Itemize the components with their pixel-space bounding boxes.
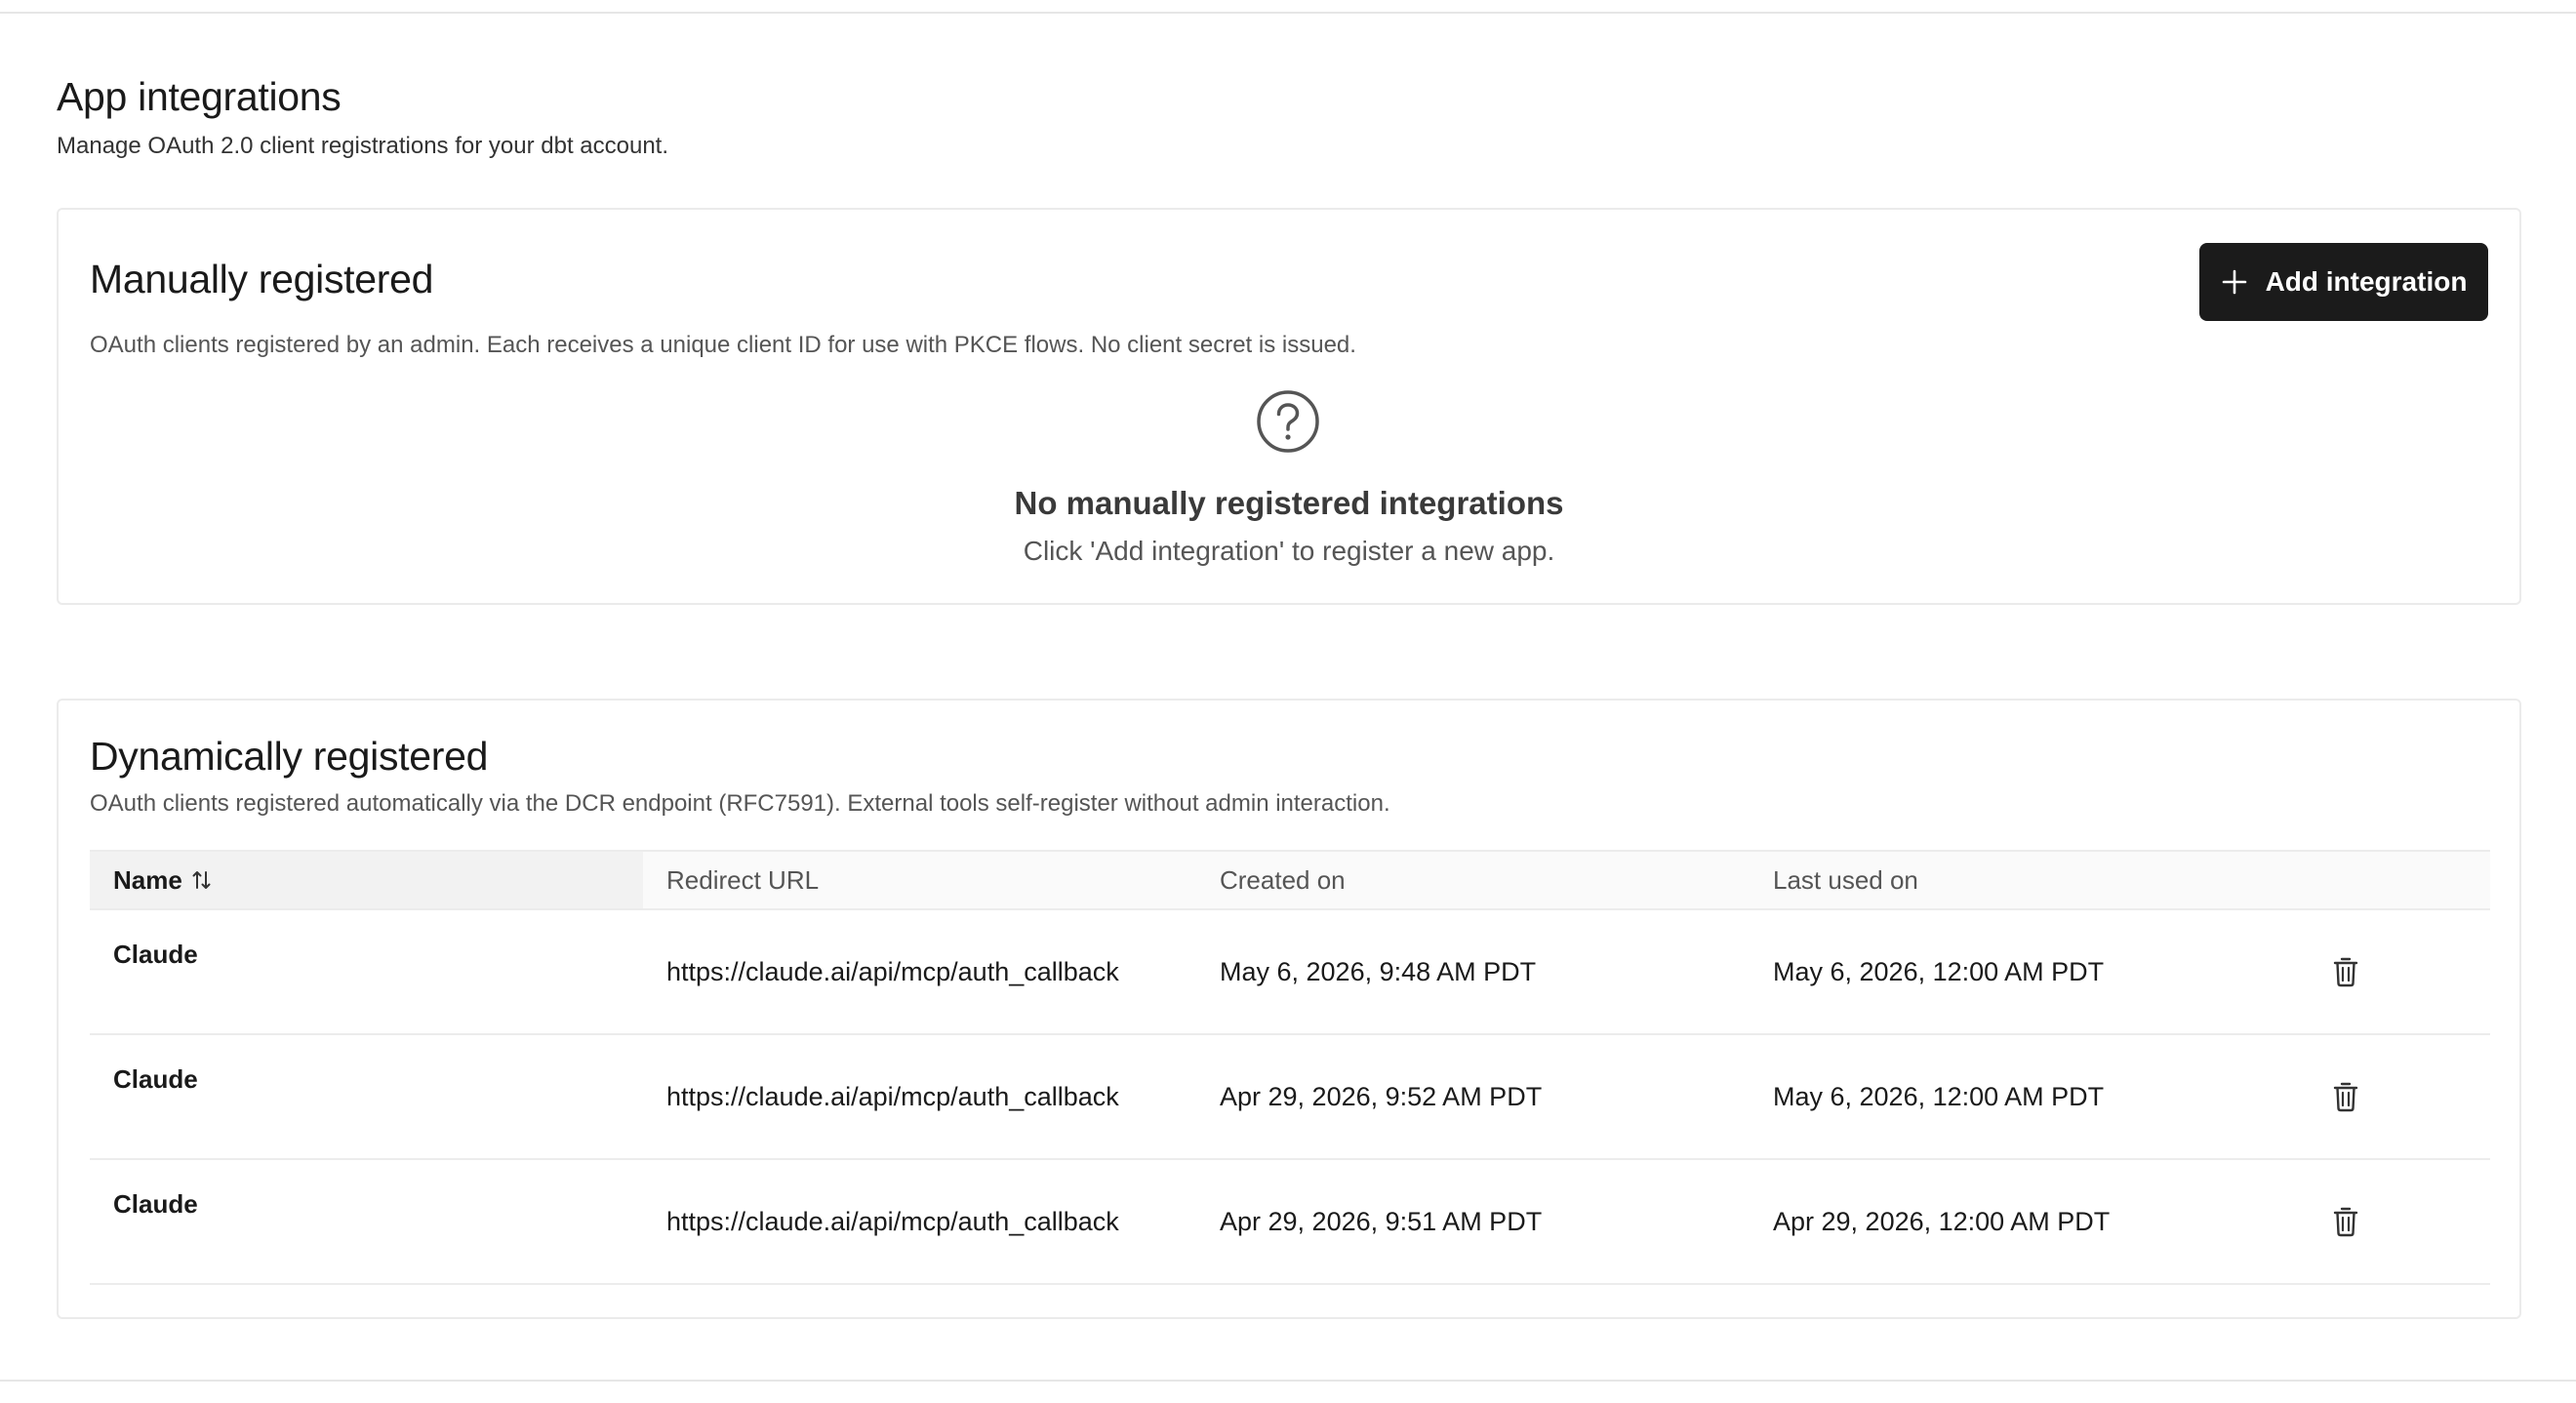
table-row: Claude https://claude.ai/api/mcp/auth_ca…: [90, 1160, 2490, 1285]
row-created-on: Apr 29, 2026, 9:52 AM PDT: [1220, 1081, 1543, 1111]
row-name: Claude: [113, 1189, 198, 1219]
manual-registered-card: Manually registered OAuth clients regist…: [57, 208, 2521, 605]
top-divider: [0, 12, 2576, 14]
row-created-on: Apr 29, 2026, 9:51 AM PDT: [1220, 1206, 1543, 1236]
row-redirect-url: https://claude.ai/api/mcp/auth_callback: [666, 956, 1119, 986]
row-last-used-on: May 6, 2026, 12:00 AM PDT: [1773, 1081, 2105, 1111]
column-header-created-on: Created on: [1220, 864, 1346, 895]
table-row: Claude https://claude.ai/api/mcp/auth_ca…: [90, 910, 2490, 1035]
page-subtitle: Manage OAuth 2.0 client registrations fo…: [57, 133, 669, 159]
dynamic-registered-card: Dynamically registered OAuth clients reg…: [57, 699, 2521, 1319]
row-last-used-on: May 6, 2026, 12:00 AM PDT: [1773, 956, 2105, 986]
row-redirect-url: https://claude.ai/api/mcp/auth_callback: [666, 1206, 1119, 1236]
trash-icon[interactable]: [2326, 1202, 2365, 1241]
column-header-name[interactable]: Name: [90, 852, 643, 908]
question-circle-icon: [1256, 389, 1320, 454]
add-integration-button[interactable]: Add integration: [2199, 243, 2488, 321]
row-actions: [2303, 1035, 2490, 1158]
row-created-on: May 6, 2026, 9:48 AM PDT: [1220, 956, 1537, 986]
trash-icon[interactable]: [2326, 952, 2365, 991]
dynamic-clients-table: Name Redirect URL Created on Last used o…: [90, 850, 2490, 1285]
row-actions: [2303, 1160, 2490, 1283]
bottom-divider: [0, 1380, 2576, 1382]
row-name: Claude: [113, 940, 198, 969]
sort-arrows-icon[interactable]: [190, 868, 214, 892]
column-header-redirect-url: Redirect URL: [666, 864, 820, 895]
row-redirect-url: https://claude.ai/api/mcp/auth_callback: [666, 1081, 1119, 1111]
trash-icon[interactable]: [2326, 1077, 2365, 1116]
dynamic-section-title: Dynamically registered: [90, 734, 489, 779]
app-integrations-page: App integrations Manage OAuth 2.0 client…: [0, 0, 2576, 1403]
page-title: App integrations: [57, 74, 342, 119]
manual-section-description: OAuth clients registered by an admin. Ea…: [90, 332, 1356, 358]
manual-section-title: Manually registered: [90, 257, 434, 301]
row-name: Claude: [113, 1064, 198, 1094]
column-header-actions: [2303, 852, 2490, 908]
add-integration-label: Add integration: [2265, 266, 2468, 297]
dynamic-section-description: OAuth clients registered automatically v…: [90, 790, 1390, 817]
empty-state-title: No manually registered integrations: [1014, 485, 1564, 521]
table-header: Name Redirect URL Created on Last used o…: [90, 850, 2490, 910]
empty-state-subtitle: Click 'Add integration' to register a ne…: [1023, 536, 1555, 566]
row-last-used-on: Apr 29, 2026, 12:00 AM PDT: [1773, 1206, 2111, 1236]
row-actions: [2303, 910, 2490, 1033]
column-header-name-label: Name: [113, 864, 182, 895]
table-row: Claude https://claude.ai/api/mcp/auth_ca…: [90, 1035, 2490, 1160]
column-header-last-used-on: Last used on: [1773, 864, 1918, 895]
plus-icon: [2221, 268, 2248, 296]
